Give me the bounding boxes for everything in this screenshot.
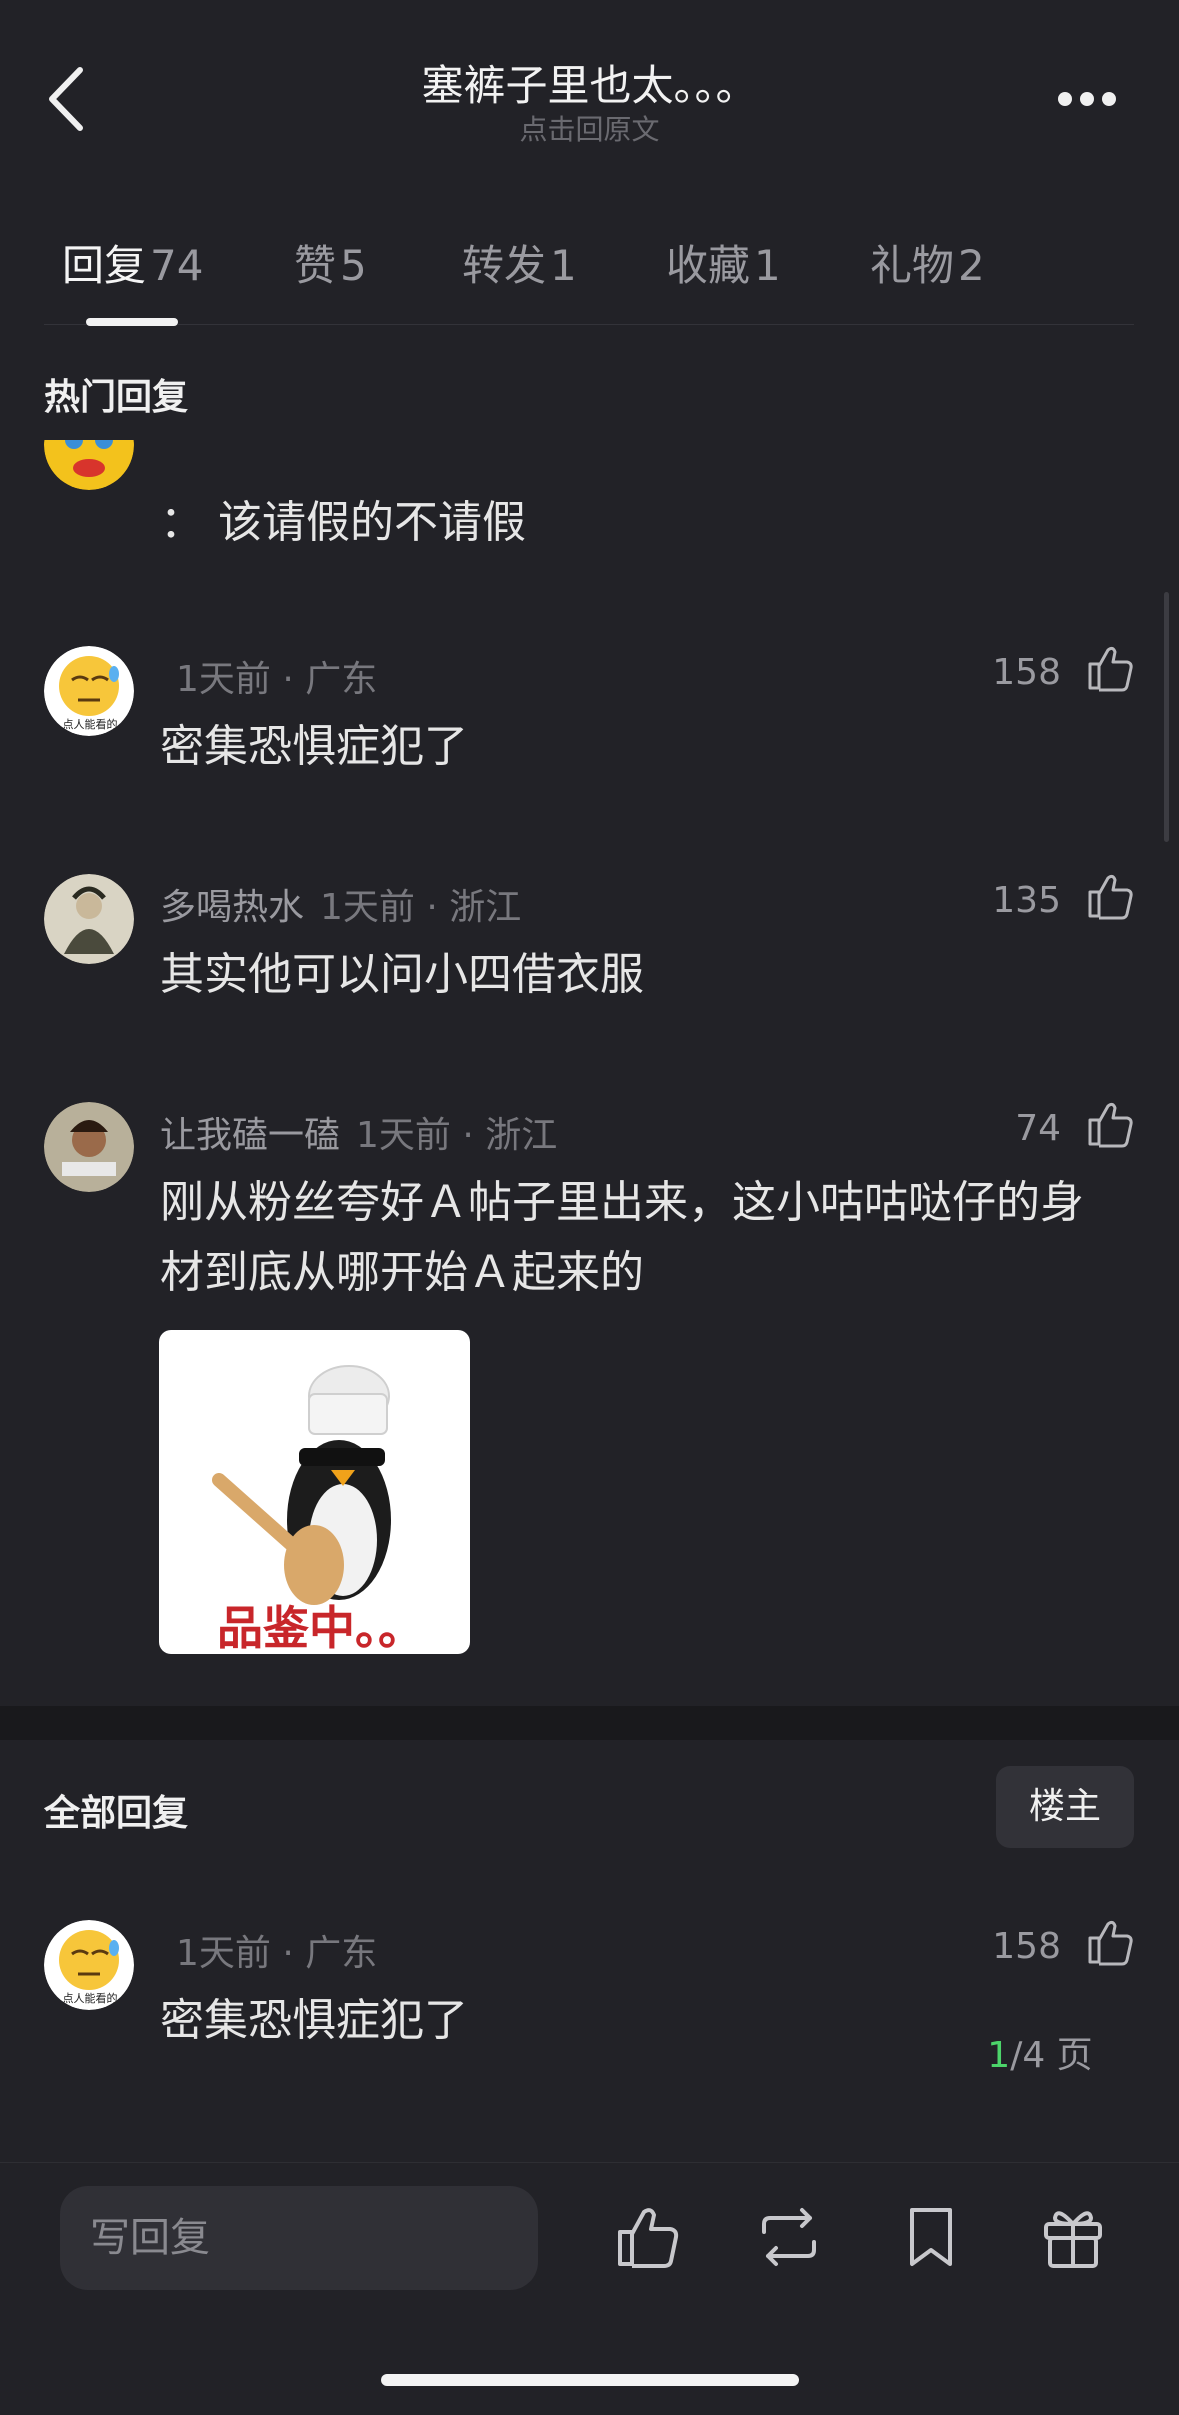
view-original-link[interactable]: 点击回原文 xyxy=(0,108,1179,148)
section-separator xyxy=(0,1706,1179,1740)
comment-text: 密集恐惧症犯了 xyxy=(160,721,468,772)
all-replies-title: 全部回复 xyxy=(44,1793,189,1834)
tab-label: 回复 xyxy=(62,241,147,290)
tab-replies[interactable]: 回复74 xyxy=(62,232,203,293)
tab-favorites[interactable]: 收藏1 xyxy=(666,232,781,293)
thumb-up-icon[interactable] xyxy=(1086,1916,1136,1966)
list-item[interactable]: 让我磕一磕 1天前 · 浙江 74 刚从粉丝夸好Ａ帖子里出来，这小咕咕哒仔的身材到… xyxy=(0,1096,1179,1676)
comment-time: 1天前 xyxy=(320,887,415,928)
username[interactable]: 让我磕一磕 xyxy=(160,1115,340,1156)
like-count: 158 xyxy=(992,1926,1061,1967)
tab-count: 1 xyxy=(754,241,781,290)
bookmark-icon[interactable] xyxy=(896,2202,966,2272)
thumb-up-icon[interactable] xyxy=(1086,642,1136,692)
comment-image[interactable]: 品鉴中。。 xyxy=(159,1330,470,1654)
more-dots-icon[interactable] xyxy=(1054,82,1120,112)
tab-count: 1 xyxy=(550,241,577,290)
page-title: 塞裤子里也太。。。 xyxy=(421,61,758,110)
comment-location: 浙江 xyxy=(485,1115,558,1156)
comment-location: 广东 xyxy=(305,659,378,700)
avatar[interactable] xyxy=(44,874,134,964)
tab-label: 转发 xyxy=(462,241,547,290)
list-item[interactable]: 点人能看的 1天前 · 广东 158 密集恐惧症犯了 xyxy=(0,640,1179,780)
hot-replies-title: 热门回复 xyxy=(44,377,189,418)
op-only-button[interactable]: 楼主 xyxy=(996,1766,1134,1848)
username[interactable]: 多喝热水 xyxy=(160,887,304,928)
avatar[interactable] xyxy=(44,1102,134,1192)
tab-gifts[interactable]: 礼物2 xyxy=(870,232,985,293)
avatar-caption: 点人能看的 xyxy=(62,718,118,731)
repost-icon[interactable] xyxy=(754,2202,824,2272)
tab-count: 2 xyxy=(958,241,985,290)
comment-location: 广东 xyxy=(305,1933,378,1974)
tab-count: 74 xyxy=(150,241,204,290)
meta-separator: · xyxy=(270,659,306,700)
tab-likes[interactable]: 赞5 xyxy=(294,232,367,293)
comment-location: 浙江 xyxy=(449,887,522,928)
comment-text: 其实他可以问小四借衣服 xyxy=(160,949,644,1000)
thumb-up-icon[interactable] xyxy=(1086,1098,1136,1148)
comment-text: ： 该请假的不请假 xyxy=(160,497,526,548)
comment-meta: 1天前 · 广东 xyxy=(160,650,377,702)
reply-input[interactable] xyxy=(60,2186,538,2290)
avatar[interactable] xyxy=(44,440,134,490)
tab-divider xyxy=(44,324,1134,325)
sticker-caption: 品鉴中。。 xyxy=(217,1601,424,1654)
comment-time: 1天前 xyxy=(356,1115,451,1156)
comment-time: 1天前 xyxy=(176,659,271,700)
tab-label: 赞 xyxy=(294,241,337,290)
gift-icon[interactable] xyxy=(1038,2202,1108,2272)
page-total: /4 页 xyxy=(1010,2035,1093,2076)
tab-count: 5 xyxy=(340,241,367,290)
avatar-caption: 点人能看的 xyxy=(62,1992,118,2005)
list-item[interactable]: 多喝热水 1天前 · 浙江 135 其实他可以问小四借衣服 xyxy=(0,868,1179,1008)
comment-meta: 多喝热水 1天前 · 浙江 xyxy=(160,878,521,930)
list-item[interactable]: ： 该请假的不请假 xyxy=(0,440,1179,550)
meta-separator: · xyxy=(414,887,450,928)
page-indicator[interactable]: 1/4 页 xyxy=(960,2030,1120,2082)
comment-time: 1天前 xyxy=(176,1933,271,1974)
tab-reposts[interactable]: 转发1 xyxy=(462,232,577,293)
tab-label: 礼物 xyxy=(870,241,955,290)
comment-meta: 1天前 · 广东 xyxy=(160,1924,377,1976)
page-current: 1 xyxy=(987,2035,1011,2076)
home-indicator xyxy=(381,2374,799,2386)
comment-text: 刚从粉丝夸好Ａ帖子里出来，这小咕咕哒仔的身材到底从哪开始Ａ起来的 xyxy=(160,1177,1084,1298)
meta-separator: · xyxy=(270,1933,306,1974)
thumb-up-icon[interactable] xyxy=(612,2202,682,2272)
meta-separator: · xyxy=(450,1115,486,1156)
like-count: 135 xyxy=(992,880,1061,921)
like-count: 74 xyxy=(1015,1108,1061,1149)
active-tab-indicator xyxy=(86,318,178,326)
thumb-up-icon[interactable] xyxy=(1086,870,1136,920)
tab-label: 收藏 xyxy=(666,241,751,290)
comment-text: 密集恐惧症犯了 xyxy=(160,1995,468,2046)
comment-meta: 让我磕一磕 1天前 · 浙江 xyxy=(160,1106,557,1158)
like-count: 158 xyxy=(992,652,1061,693)
